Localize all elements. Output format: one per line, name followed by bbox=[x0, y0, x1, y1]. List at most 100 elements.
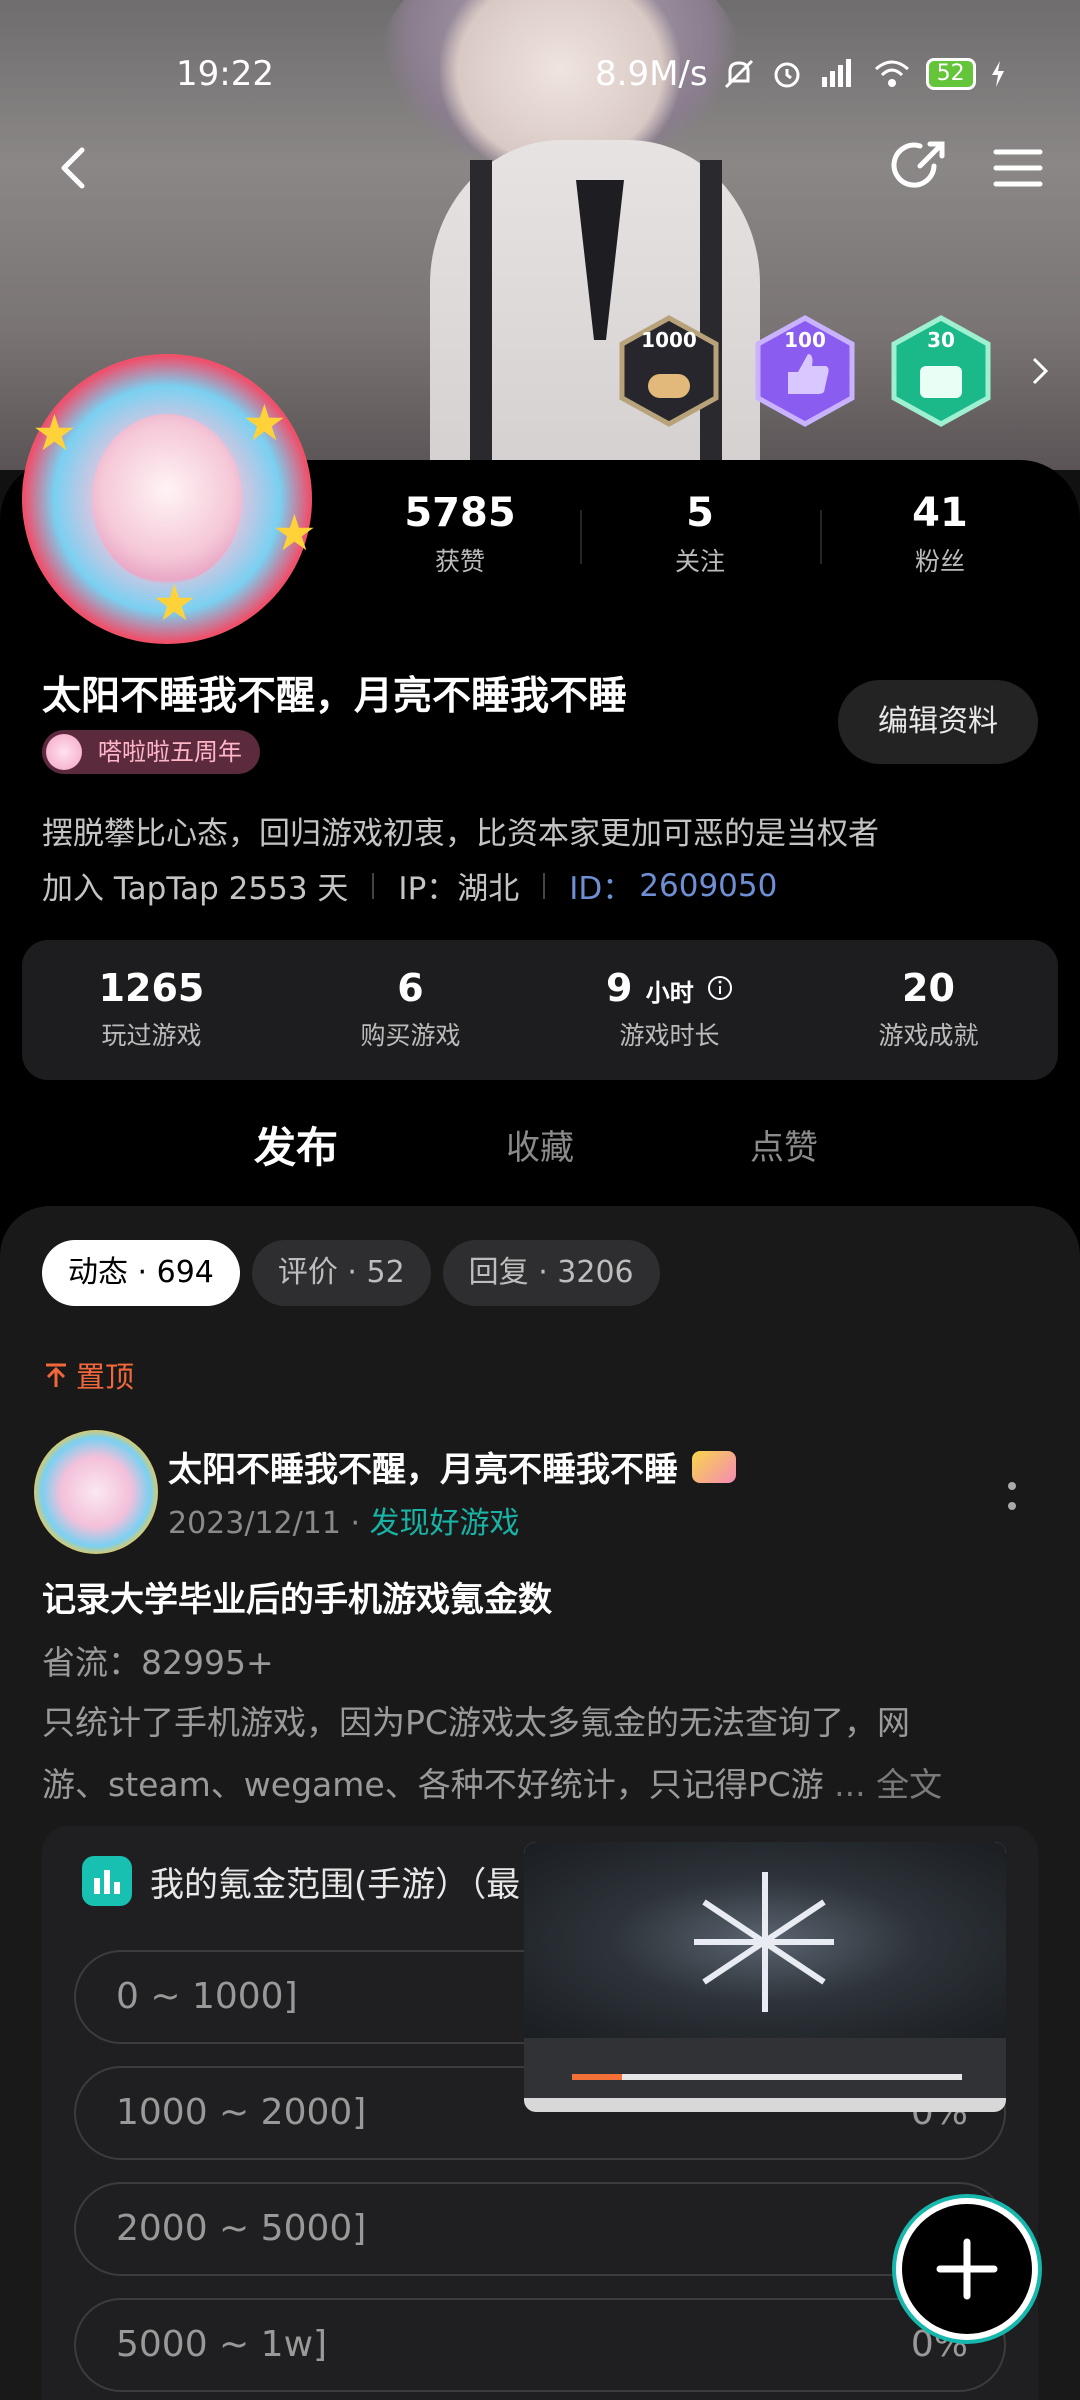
post-tag[interactable]: 发现好游戏 bbox=[370, 1506, 520, 1541]
played-games-stat[interactable]: 1265 玩过游戏 bbox=[22, 940, 281, 1080]
stat-value: 5785 bbox=[404, 490, 516, 536]
stat-value: 1265 bbox=[98, 966, 205, 1010]
anniversary-icon bbox=[46, 734, 82, 770]
post-author-avatar[interactable] bbox=[34, 1430, 158, 1554]
read-more-link[interactable]: ... 全文 bbox=[834, 1765, 942, 1804]
tab-label: 发布 bbox=[254, 1123, 339, 1172]
mute-icon bbox=[724, 59, 753, 89]
user-bio: 摆脱攀比心态，回归游戏初衷，比资本家更加可恶的是当权者 bbox=[42, 816, 879, 852]
badge-count: 100 bbox=[784, 328, 826, 352]
followers-stat[interactable]: 41 粉丝 bbox=[820, 490, 1060, 578]
alarm-icon bbox=[774, 62, 800, 88]
anniversary-label: 嗒啦啦五周年 bbox=[98, 738, 242, 766]
user-avatar[interactable]: ★ ★ ★ ★ bbox=[22, 354, 317, 644]
post-body-line: 只统计了手机游戏，因为PC游戏太多氪金的无法查询了，网 bbox=[42, 1703, 910, 1742]
post-date: 2023/12/11 bbox=[168, 1506, 341, 1541]
filter-chip-replies[interactable]: 回复 · 3206 bbox=[442, 1240, 660, 1306]
badge-count: 30 bbox=[927, 328, 955, 352]
tab-publish[interactable]: 发布 bbox=[250, 1114, 382, 1175]
status-time: 19:22 bbox=[176, 54, 274, 94]
poll-title: 我的氪金范围(手游）（最 bbox=[82, 1856, 520, 1906]
status-bar: 19:22 8.9M/s 52 bbox=[0, 40, 1080, 110]
badge-thumbs-up[interactable]: 100 bbox=[748, 314, 862, 428]
video-frame bbox=[524, 1842, 1006, 2038]
pinned-label: 置顶 bbox=[42, 1354, 134, 1396]
status-indicators: 8.9M/s 52 bbox=[595, 54, 1006, 94]
video-progress-bar[interactable] bbox=[572, 2074, 962, 2080]
ip-location: IP：湖北 bbox=[398, 871, 520, 907]
poll-chart-icon bbox=[82, 1856, 132, 1906]
user-id[interactable]: 2609050 bbox=[639, 868, 777, 904]
post-author[interactable]: 太阳不睡我不醒，月亮不睡我不睡 bbox=[168, 1442, 736, 1491]
poll-option[interactable]: 2000 ~ 5000] bbox=[74, 2182, 1006, 2276]
stat-label: 关注 bbox=[674, 547, 725, 576]
post-title[interactable]: 记录大学毕业后的手机游戏氪金数 bbox=[42, 1572, 552, 1621]
avatar-face bbox=[92, 414, 242, 584]
stat-label: 获赞 bbox=[434, 547, 485, 576]
post-meta: 2023/12/11 · 发现好游戏 bbox=[168, 1506, 520, 1541]
post-author-name: 太阳不睡我不醒，月亮不睡我不睡 bbox=[168, 1450, 678, 1490]
post-summary: 省流：82995+ bbox=[42, 1643, 274, 1682]
badge-count: 1000 bbox=[641, 328, 697, 352]
edit-profile-button[interactable]: 编辑资料 bbox=[838, 680, 1038, 764]
battery-indicator: 52 bbox=[925, 58, 976, 90]
star-icon: ★ bbox=[32, 404, 77, 462]
info-icon[interactable] bbox=[707, 975, 733, 1001]
stat-label: 游戏时长 bbox=[619, 1021, 720, 1050]
stat-value: 41 bbox=[912, 490, 968, 536]
more-options-icon[interactable] bbox=[1000, 1476, 1024, 1516]
mini-video-player[interactable] bbox=[524, 1842, 1006, 2112]
filter-chip-moments[interactable]: 动态 · 694 bbox=[42, 1240, 240, 1306]
share-icon[interactable] bbox=[890, 136, 950, 196]
post-body-line: 游、steam、wegame、各种不好统计，只记得PC游 ... 全文 bbox=[42, 1765, 943, 1804]
stat-label: 购买游戏 bbox=[360, 1021, 461, 1050]
game-stats-card: 1265 玩过游戏 6 购买游戏 9 小时 游戏时长 20 游戏成就 bbox=[22, 940, 1058, 1080]
wifi-icon bbox=[874, 60, 909, 87]
tab-favorites[interactable]: 收藏 bbox=[506, 1120, 574, 1169]
achievements-stat[interactable]: 20 游戏成就 bbox=[799, 940, 1058, 1080]
stat-label: 粉丝 bbox=[914, 547, 965, 576]
likes-stat[interactable]: 5785 获赞 bbox=[340, 490, 580, 578]
stat-label: 玩过游戏 bbox=[101, 1021, 202, 1050]
menu-icon[interactable] bbox=[990, 140, 1046, 196]
tab-likes[interactable]: 点赞 bbox=[750, 1120, 818, 1169]
video-progress-fill bbox=[572, 2074, 622, 2080]
following-stat[interactable]: 5 关注 bbox=[580, 490, 820, 578]
filter-chip-reviews[interactable]: 评价 · 52 bbox=[251, 1240, 431, 1306]
content-tabs: 发布 收藏 点赞 bbox=[0, 1120, 1080, 1192]
play-time-stat[interactable]: 9 小时 游戏时长 bbox=[540, 940, 799, 1080]
stat-unit: 小时 bbox=[645, 979, 694, 1007]
video-controls bbox=[524, 2038, 1006, 2098]
star-icon: ★ bbox=[152, 574, 197, 632]
stat-value: 9 bbox=[606, 966, 633, 1010]
plus-icon bbox=[936, 2238, 998, 2300]
stat-value: 20 bbox=[902, 966, 955, 1010]
chevron-right-icon[interactable] bbox=[1020, 351, 1060, 391]
charging-icon bbox=[991, 61, 1004, 87]
divider bbox=[543, 872, 546, 899]
username: 太阳不睡我不醒，月亮不睡我不睡 bbox=[42, 674, 628, 719]
divider bbox=[372, 872, 375, 899]
back-icon[interactable] bbox=[48, 140, 104, 196]
network-speed: 8.9M/s bbox=[595, 54, 708, 94]
stat-label: 游戏成就 bbox=[878, 1021, 979, 1050]
poll-option[interactable]: 5000 ~ 1w] 0% bbox=[74, 2298, 1006, 2392]
social-stats: 5785 获赞 5 关注 41 粉丝 bbox=[340, 490, 1060, 578]
anniversary-emoji-icon bbox=[692, 1450, 736, 1483]
filter-chips: 动态 · 694 评价 · 52 回复 · 3206 bbox=[42, 1240, 660, 1306]
id-label[interactable]: ID： bbox=[569, 863, 633, 908]
stat-value: 5 bbox=[686, 490, 714, 536]
join-info: 加入 TapTap 2553 天 bbox=[42, 871, 349, 907]
badge-gamepad[interactable]: 1000 bbox=[612, 314, 726, 428]
signal-icon bbox=[821, 59, 851, 87]
badge-calendar[interactable]: 30 bbox=[884, 314, 998, 428]
purchased-games-stat[interactable]: 6 购买游戏 bbox=[281, 940, 540, 1080]
user-meta: 加入 TapTap 2553 天 IP：湖北 ID： 2609050 bbox=[42, 863, 777, 908]
banner-strap-left bbox=[470, 160, 492, 470]
star-icon: ★ bbox=[242, 394, 287, 452]
create-post-button[interactable] bbox=[896, 2198, 1038, 2340]
star-icon: ★ bbox=[272, 504, 317, 562]
achievement-badges[interactable]: 1000 100 30 bbox=[612, 314, 1060, 428]
pin-icon bbox=[46, 1363, 66, 1387]
anniversary-badge[interactable]: 嗒啦啦五周年 bbox=[42, 730, 260, 774]
